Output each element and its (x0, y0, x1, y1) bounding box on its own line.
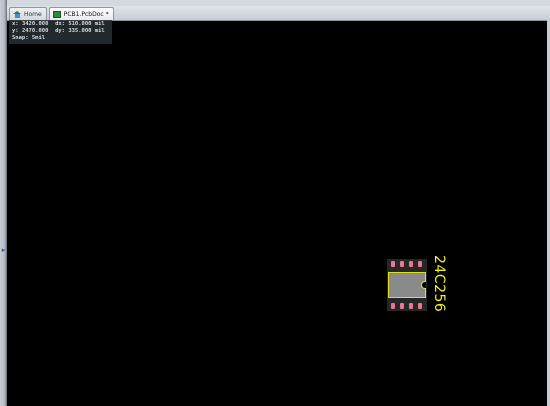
home-icon (13, 10, 21, 18)
pad[interactable] (391, 303, 395, 309)
x-value: 3420.000 (21, 21, 49, 27)
dx-label: dx: (55, 21, 65, 27)
expand-panel-arrow-icon[interactable]: ▸ (0, 246, 7, 255)
dx-value: 510.000 mil (68, 21, 105, 27)
pin1-notch (421, 281, 426, 289)
pad[interactable] (400, 261, 404, 267)
pad[interactable] (409, 261, 413, 267)
document-tab-bar: Home PCB1.PcbDoc * (7, 6, 550, 21)
x-label: x: (12, 21, 19, 27)
tab-home-label: Home (24, 10, 42, 18)
tab-pcb1-pcbdoc[interactable]: PCB1.PcbDoc * (48, 7, 114, 20)
pcb-document-icon (52, 10, 61, 18)
coord-row-y: y: 2470.000 dy: 335.000 mil (12, 28, 109, 35)
snap-readout: Snap: 5mil (12, 35, 46, 41)
y-label: y: (12, 28, 19, 34)
pad[interactable] (418, 261, 422, 267)
tab-pcb1-pcbdoc-label: PCB1.PcbDoc * (63, 10, 109, 18)
pad[interactable] (409, 303, 413, 309)
coord-row-x: x: 3420.000 dx: 510.000 mil (12, 21, 109, 28)
y-value: 2470.000 (21, 28, 49, 34)
coordinate-readout: x: 3420.000 dx: 510.000 mil y: 2470.000 … (9, 20, 112, 44)
dy-label: dy: (55, 28, 65, 34)
pad[interactable] (400, 303, 404, 309)
pad[interactable] (391, 261, 395, 267)
component-footprint[interactable] (387, 259, 427, 311)
component-designator[interactable]: 24C256 (431, 255, 447, 325)
dy-value: 335.000 mil (68, 28, 105, 34)
pcb-editor-window: ▸ Home PCB1.PcbDoc * x: 3420.000 dx: 510… (0, 0, 550, 406)
tab-home[interactable]: Home (9, 7, 47, 20)
component-body-outline (388, 272, 426, 298)
pad[interactable] (418, 303, 422, 309)
left-panel-collapsed-strip[interactable]: ▸ (0, 0, 7, 406)
